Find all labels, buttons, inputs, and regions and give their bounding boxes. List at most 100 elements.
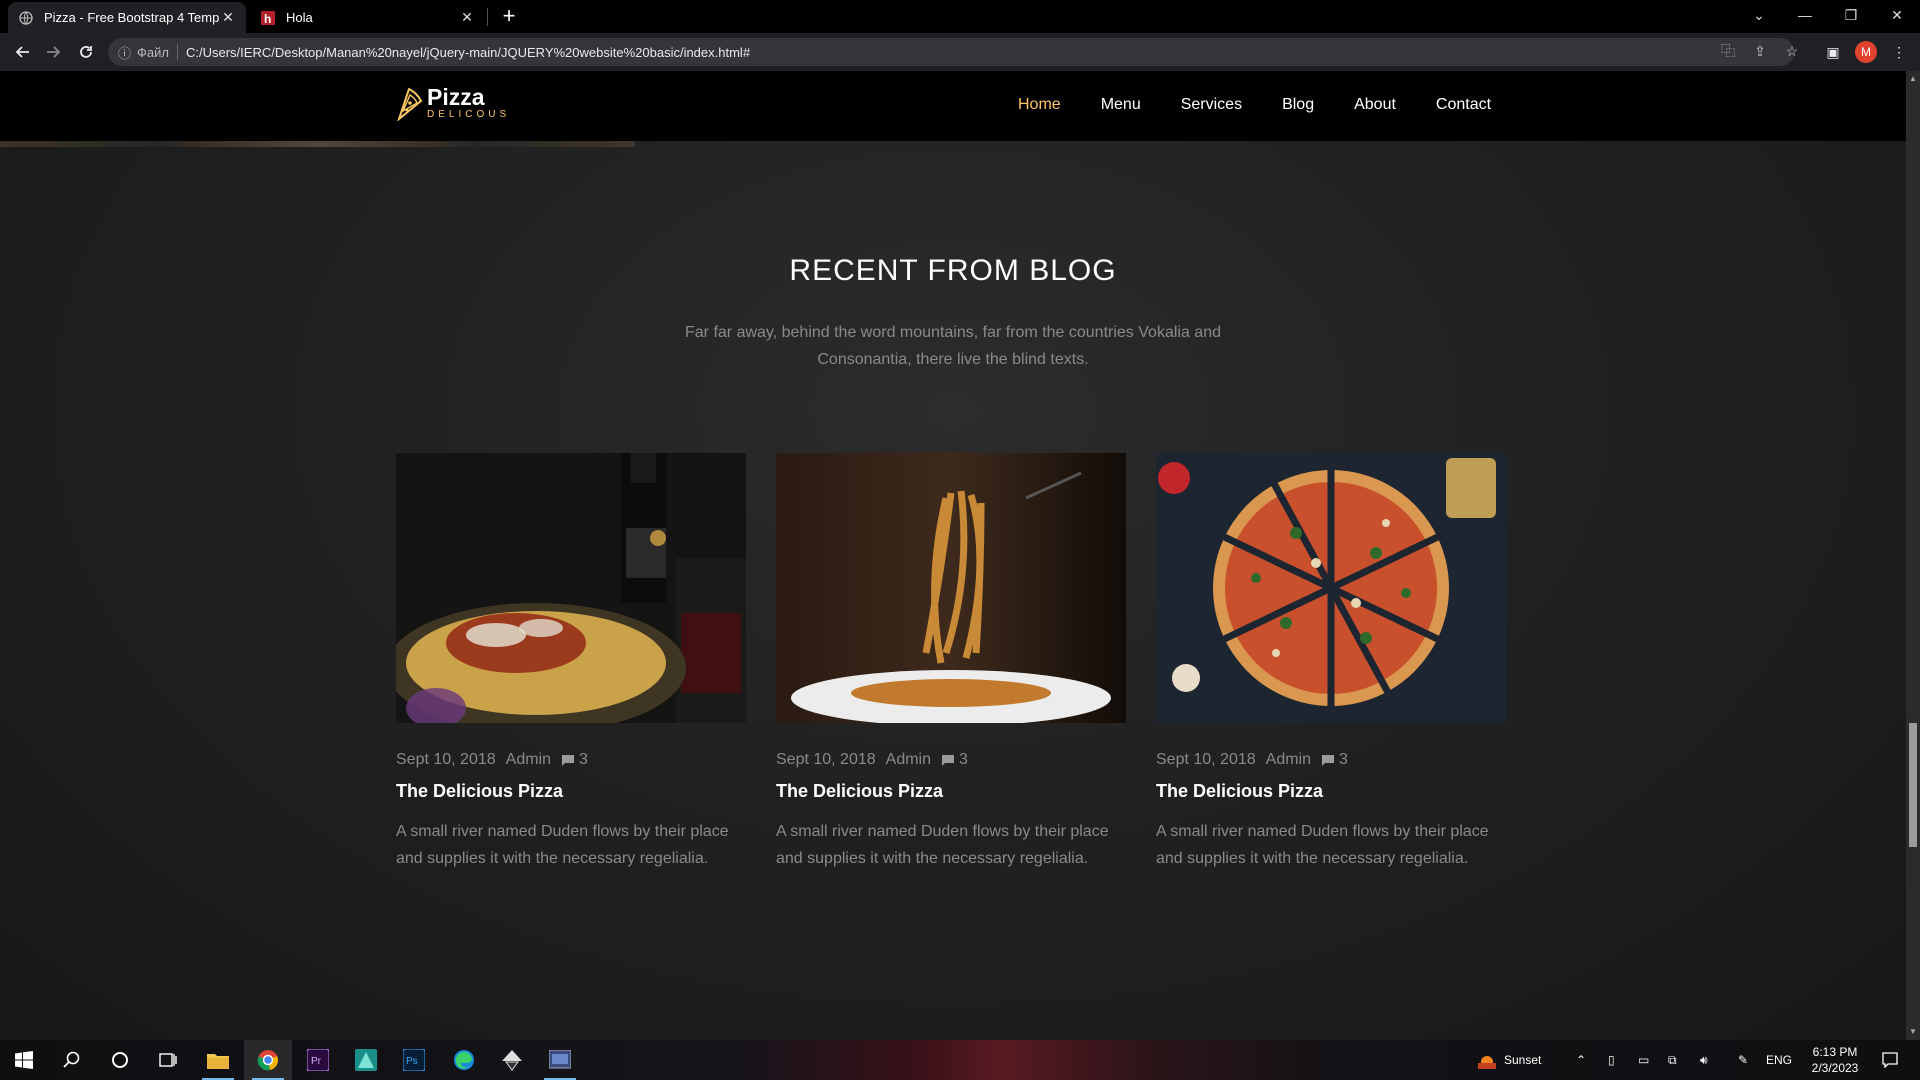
page-scrollbar[interactable]: ▲ ▼ <box>1906 71 1920 1040</box>
weather-widget[interactable]: Sunset <box>1478 1040 1541 1080</box>
bookmark-star-icon[interactable]: ☆ <box>1782 41 1802 61</box>
blog-card: Sept 10, 2018 Admin 3 The Delicious Pizz… <box>1156 453 1506 872</box>
restore-button[interactable]: ❐ <box>1828 0 1874 30</box>
post-excerpt: A small river named Duden flows by their… <box>1156 823 1489 867</box>
tab-pizza[interactable]: Pizza - Free Bootstrap 4 Template ✕ <box>8 2 246 33</box>
post-meta: Sept 10, 2018 Admin 3 <box>1156 751 1506 769</box>
section-description: Far far away, behind the word mountains,… <box>685 324 1221 368</box>
tab-hola[interactable]: h Hola ✕ <box>250 2 485 33</box>
hola-favicon-icon: h <box>260 10 276 26</box>
main-nav: Home Menu Services Blog About Contact <box>1018 96 1531 114</box>
comment-count[interactable]: 3 <box>959 751 968 769</box>
minimize-button[interactable]: — <box>1782 0 1828 30</box>
reload-button[interactable] <box>74 40 98 64</box>
post-excerpt: A small river named Duden flows by their… <box>396 823 729 867</box>
globe-icon <box>18 10 34 26</box>
tab-title: Hola <box>286 10 313 25</box>
volume-icon[interactable]: 🔊︎ <box>1700 1040 1708 1080</box>
new-tab-button[interactable]: + <box>498 4 520 28</box>
chrome-icon[interactable] <box>244 1040 292 1080</box>
post-author[interactable]: Admin <box>886 751 931 769</box>
post-date[interactable]: Sept 10, 2018 <box>1156 751 1256 769</box>
display-icon[interactable]: ▭ <box>1638 1040 1649 1080</box>
post-title[interactable]: The Delicious Pizza <box>396 781 746 802</box>
pasta-fork-photo[interactable] <box>776 453 1126 723</box>
section-title: RECENT FROM BLOG <box>789 254 1117 287</box>
network-icon[interactable]: ⧉ <box>1668 1040 1677 1080</box>
language-indicator[interactable]: ENG <box>1766 1040 1792 1080</box>
post-excerpt: A small river named Duden flows by their… <box>776 823 1109 867</box>
info-icon[interactable]: ⓘ <box>118 43 131 62</box>
post-author[interactable]: Admin <box>506 751 551 769</box>
pen-icon[interactable]: ✎ <box>1738 1040 1748 1080</box>
nav-menu[interactable]: Menu <box>1101 96 1141 114</box>
page-viewport: Pizza DELICOUS Home Menu Services Blog A… <box>0 71 1906 1040</box>
edge-icon[interactable] <box>440 1040 488 1080</box>
previous-section-image-edge <box>0 141 635 147</box>
blog-card: Sept 10, 2018 Admin 3 The Delicious Pizz… <box>396 453 746 872</box>
translate-icon[interactable]: ⿻ <box>1718 41 1738 61</box>
app-window-icon[interactable] <box>536 1040 584 1080</box>
post-title[interactable]: The Delicious Pizza <box>776 781 1126 802</box>
browser-tab-bar: Pizza - Free Bootstrap 4 Template ✕ h Ho… <box>0 0 1920 33</box>
comment-icon <box>562 755 574 766</box>
site-logo[interactable]: Pizza DELICOUS <box>395 85 510 121</box>
comment-count[interactable]: 3 <box>1339 751 1348 769</box>
photoshop-icon[interactable]: Ps <box>390 1040 438 1080</box>
tab-title: Pizza - Free Bootstrap 4 Template <box>44 10 220 25</box>
scrollbar-thumb[interactable] <box>1909 723 1917 847</box>
tab-separator <box>487 8 488 26</box>
menu-kebab-icon[interactable]: ⋮ <box>1888 41 1910 63</box>
nav-home[interactable]: Home <box>1018 96 1061 114</box>
cortana-icon[interactable] <box>96 1040 144 1080</box>
sliced-pizza-photo[interactable] <box>1156 453 1506 723</box>
back-button[interactable] <box>10 40 34 64</box>
divider <box>176 44 178 60</box>
close-tab-icon[interactable]: ✕ <box>459 9 475 26</box>
share-icon[interactable]: ⇪ <box>1750 41 1770 61</box>
address-bar[interactable]: ⓘ Файл C:/Users/IERC/Desktop/Manan%20nay… <box>108 38 1794 66</box>
clock-date: 2/3/2023 <box>1811 1061 1859 1075</box>
close-window-button[interactable]: ✕ <box>1874 0 1920 30</box>
task-view-icon[interactable] <box>144 1040 192 1080</box>
app-teal-icon[interactable] <box>342 1040 390 1080</box>
forward-button[interactable] <box>42 40 66 64</box>
post-date[interactable]: Sept 10, 2018 <box>776 751 876 769</box>
clock-time: 6:13 PM <box>1812 1045 1858 1059</box>
url-text[interactable]: C:/Users/IERC/Desktop/Manan%20nayel/jQue… <box>186 45 750 60</box>
svg-text:Pr: Pr <box>311 1056 322 1067</box>
post-meta: Sept 10, 2018 Admin 3 <box>776 751 1126 769</box>
scroll-up-arrow-icon[interactable]: ▲ <box>1908 74 1918 83</box>
post-title[interactable]: The Delicious Pizza <box>1156 781 1506 802</box>
weather-label: Sunset <box>1504 1053 1542 1067</box>
close-tab-icon[interactable]: ✕ <box>220 9 236 26</box>
show-hidden-icons-icon[interactable]: ⌃ <box>1576 1040 1586 1080</box>
nav-contact[interactable]: Contact <box>1436 96 1491 114</box>
taskbar-clock[interactable]: 6:13 PM 2/3/2023 <box>1800 1044 1870 1076</box>
nav-about[interactable]: About <box>1354 96 1396 114</box>
windows-start-icon[interactable] <box>0 1040 48 1080</box>
scroll-down-arrow-icon[interactable]: ▼ <box>1908 1027 1918 1036</box>
search-icon[interactable] <box>48 1040 96 1080</box>
comment-count[interactable]: 3 <box>579 751 588 769</box>
site-navbar: Pizza DELICOUS Home Menu Services Blog A… <box>0 71 1906 141</box>
file-explorer-icon[interactable] <box>194 1040 242 1080</box>
notification-icon[interactable] <box>1882 1040 1898 1080</box>
device-icon[interactable]: ▯ <box>1608 1040 1615 1080</box>
spaghetti-bottle-photo[interactable] <box>396 453 746 723</box>
protocol-label: Файл <box>137 44 169 60</box>
post-date[interactable]: Sept 10, 2018 <box>396 751 496 769</box>
side-panel-icon[interactable]: ▣ <box>1822 41 1844 63</box>
profile-avatar[interactable]: M <box>1855 41 1877 63</box>
pizza-slice-icon <box>397 87 423 121</box>
windows-taskbar: Pr Ps Sunset ⌃ ▯ ▭ ⧉ 🔊︎ ✎ ENG 6:13 PM 2/… <box>0 1040 1920 1080</box>
nav-services[interactable]: Services <box>1181 96 1242 114</box>
premiere-icon[interactable]: Pr <box>294 1040 342 1080</box>
nav-blog[interactable]: Blog <box>1282 96 1314 114</box>
browser-toolbar: ⓘ Файл C:/Users/IERC/Desktop/Manan%20nay… <box>0 33 1920 71</box>
blog-card: Sept 10, 2018 Admin 3 The Delicious Pizz… <box>776 453 1126 872</box>
post-author[interactable]: Admin <box>1266 751 1311 769</box>
tab-search-icon[interactable]: ⌄ <box>1736 0 1782 30</box>
logo-subtitle: DELICOUS <box>427 109 511 120</box>
inkscape-icon[interactable] <box>488 1040 536 1080</box>
